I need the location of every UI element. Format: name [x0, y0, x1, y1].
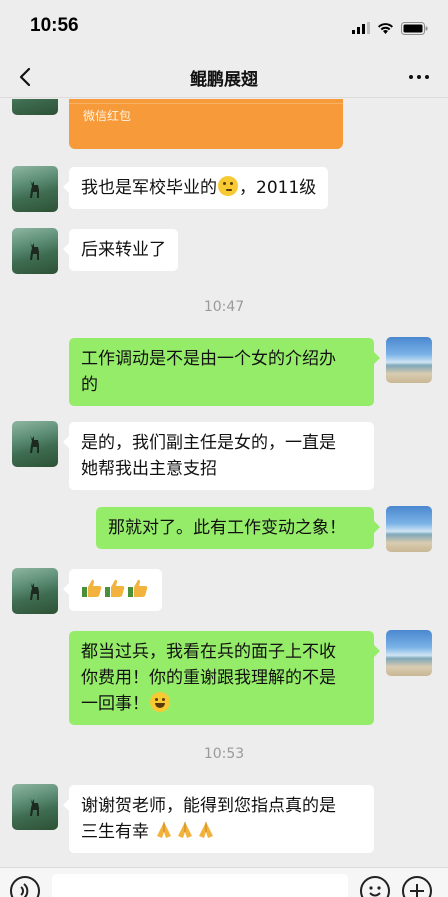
praying-hands-icon: [178, 822, 193, 838]
thinking-emoji-icon: [218, 176, 238, 196]
signal-icon: [352, 22, 370, 34]
friend-message[interactable]: [63, 569, 162, 611]
praying-hands-icon: [199, 822, 214, 838]
status-bar: 10:56: [0, 0, 448, 56]
my-avatar[interactable]: [386, 337, 432, 383]
more-button[interactable]: [404, 64, 434, 90]
chat-title: 鲲鹏展翅: [190, 70, 258, 90]
emoji-button[interactable]: [360, 876, 390, 897]
voice-icon: [20, 883, 29, 897]
deer-silhouette-icon: [30, 242, 39, 260]
timestamp: 10:47: [203, 299, 245, 315]
friend-avatar[interactable]: [12, 166, 58, 212]
friend-message[interactable]: 后来转业了: [63, 229, 178, 271]
wifi-icon: [378, 23, 393, 34]
red-packet-message[interactable]: 微信红包: [69, 99, 343, 149]
friend-avatar[interactable]: [12, 228, 58, 274]
emoji-icon: [369, 886, 381, 897]
deer-silhouette-icon: [30, 582, 39, 600]
my-avatar[interactable]: [386, 506, 432, 552]
friend-message[interactable]: 我也是军校毕业的 ，2011级: [62, 167, 329, 209]
deer-silhouette-icon: [30, 180, 39, 198]
friend-message[interactable]: 是的，我们副主任是女的，一直是 她帮我出主意支招: [63, 422, 374, 490]
thumbs-up-icon: [105, 579, 125, 597]
my-avatar[interactable]: [386, 630, 432, 676]
deer-silhouette-icon: [30, 435, 39, 453]
nav-bar: 鲲鹏展翅: [0, 56, 448, 98]
red-packet-label: 微信红包: [83, 109, 132, 123]
friend-avatar[interactable]: [12, 784, 58, 830]
plus-icon[interactable]: [402, 876, 432, 897]
timestamp: 10:53: [203, 746, 245, 762]
my-message[interactable]: 工作调动是不是由一个女的介绍办 的: [69, 338, 380, 406]
more-dots-icon: [409, 75, 413, 79]
status-time: 10:56: [30, 15, 79, 36]
battery-icon: [401, 21, 428, 35]
status-icons: [352, 20, 428, 36]
deer-silhouette-icon: [30, 798, 39, 816]
my-message[interactable]: 那就对了。此有工作变动之象！: [96, 507, 380, 549]
message-input[interactable]: [52, 874, 348, 897]
friend-avatar[interactable]: [12, 421, 58, 467]
voice-button[interactable]: [10, 876, 40, 897]
friend-message[interactable]: 谢谢贺老师，能得到您指点真的是 三生有幸: [63, 785, 374, 853]
input-bar: [0, 867, 448, 897]
grinning-emoji-icon: [150, 692, 170, 712]
thumbs-up-icon: [82, 579, 102, 597]
my-message[interactable]: 都当过兵，我看在兵的面子上不收 你费用！你的重谢跟我理解的不是 一回事！: [69, 631, 380, 725]
friend-avatar[interactable]: [12, 568, 58, 614]
friend-avatar[interactable]: [12, 99, 58, 115]
chat-area[interactable]: 微信红包 我也是军校毕业的 ，2011级 后来转业了 10:47 工作调动是不是由…: [0, 99, 448, 867]
thumbs-up-icon: [128, 579, 148, 597]
praying-hands-icon: [157, 822, 172, 838]
